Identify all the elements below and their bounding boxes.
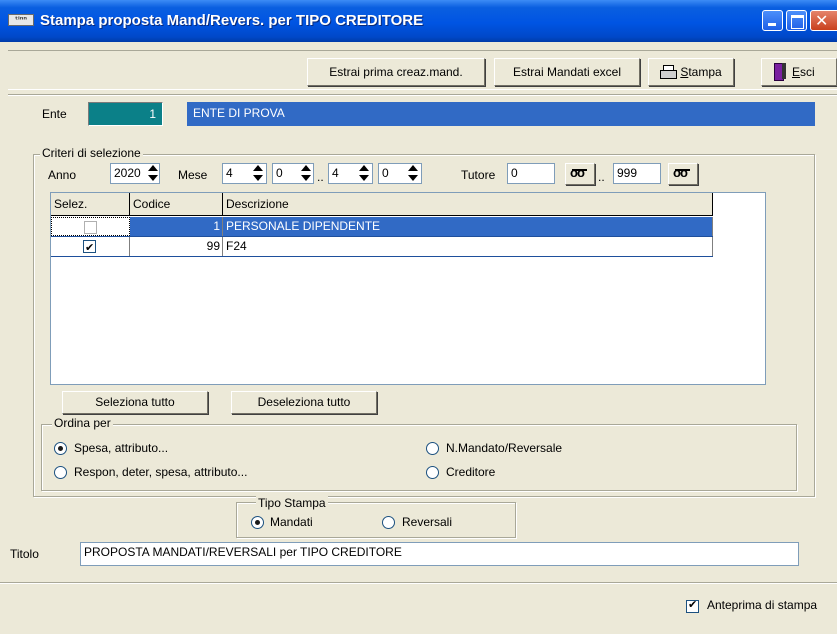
day-to-value: 0 [382, 166, 389, 180]
descrizione-cell: PERSONALE DIPENDENTE [223, 217, 713, 236]
anno-label: Anno [48, 168, 77, 182]
row-checkbox[interactable] [84, 221, 97, 234]
ordina-label-creditore[interactable]: Creditore [446, 465, 495, 479]
ente-label: Ente [42, 107, 67, 121]
day-from-value: 0 [276, 166, 283, 180]
tipo-label-mandati[interactable]: Mandati [270, 515, 313, 529]
selez-cell[interactable] [51, 237, 130, 256]
estrai-excel-button[interactable]: Estrai Mandati excel [494, 58, 640, 86]
seleziona-tutto-button[interactable]: Seleziona tutto [62, 391, 208, 414]
mese-to-spinner[interactable] [356, 163, 371, 184]
mese-label: Mese [178, 168, 208, 182]
exit-door-icon [772, 63, 788, 81]
column-header-descrizione[interactable]: Descrizione [223, 193, 713, 216]
range-separator: .. [317, 170, 324, 184]
ente-name-field: ENTE DI PROVA [187, 102, 815, 126]
tipo-stampa-title: Tipo Stampa [256, 496, 328, 510]
anteprima-checkbox[interactable] [686, 598, 699, 613]
tutore-to-input[interactable]: 999 [613, 163, 661, 184]
tutore-to-binoculars-icon[interactable] [668, 163, 698, 185]
separator [0, 582, 837, 584]
stampa-button[interactable]: Stampa [648, 58, 734, 86]
ordina-label-spesa[interactable]: Spesa, attributo... [74, 441, 168, 455]
day-to-spinner[interactable] [405, 163, 420, 184]
ordina-radio-respon[interactable] [54, 466, 67, 479]
anno-spinner[interactable] [145, 163, 160, 184]
mese-from-spinner[interactable] [250, 163, 265, 184]
descrizione-cell: F24 [223, 237, 713, 256]
table-row[interactable]: 1 PERSONALE DIPENDENTE [51, 217, 713, 237]
estrai-excel-label: Estrai Mandati excel [512, 65, 622, 79]
esci-button[interactable]: Esci [761, 58, 837, 86]
close-button[interactable] [810, 10, 837, 31]
printer-icon [660, 65, 678, 79]
table-row[interactable]: 99 F24 [51, 237, 713, 257]
tutore-range-separator: .. [598, 170, 605, 184]
day-from-spinner[interactable] [298, 163, 313, 184]
tutore-from-input[interactable]: 0 [507, 163, 555, 184]
grid-header: Selez. Codice Descrizione [51, 193, 713, 216]
main-window: ᵗⁱⁿⁿ Stampa proposta Mand/Revers. per TI… [0, 0, 837, 634]
estrai-prima-button[interactable]: Estrai prima creaz.mand. [307, 58, 485, 86]
tipo-radio-reversali[interactable] [382, 516, 395, 529]
tipo-radio-mandati[interactable] [251, 516, 264, 529]
minimize-button[interactable] [762, 10, 783, 31]
ordina-label-respon[interactable]: Respon, deter, spesa, attributo... [74, 465, 247, 479]
stampa-label: Stampa [680, 65, 722, 79]
separator [8, 94, 837, 96]
ordina-radio-mandato[interactable] [426, 442, 439, 455]
criteri-title: Criteri di selezione [40, 146, 143, 160]
maximize-button[interactable] [786, 10, 807, 31]
titolo-label: Titolo [10, 547, 39, 561]
column-header-selez[interactable]: Selez. [51, 193, 130, 216]
column-header-codice[interactable]: Codice [130, 193, 223, 216]
deseleziona-tutto-button[interactable]: Deseleziona tutto [231, 391, 377, 414]
esci-label: Esci [792, 65, 815, 79]
title-bar[interactable]: ᵗⁱⁿⁿ Stampa proposta Mand/Revers. per TI… [0, 0, 837, 42]
app-icon: ᵗⁱⁿⁿ [8, 14, 34, 26]
ordina-radio-creditore[interactable] [426, 466, 439, 479]
creditori-grid[interactable]: Selez. Codice Descrizione 1 PERSONALE DI… [50, 192, 766, 385]
ordina-title: Ordina per [52, 416, 113, 430]
titolo-input[interactable]: PROPOSTA MANDATI/REVERSALI per TIPO CRED… [80, 542, 799, 566]
codice-cell: 1 [130, 217, 223, 236]
codice-cell: 99 [130, 237, 223, 256]
ordina-radio-spesa[interactable] [54, 442, 67, 455]
estrai-prima-label: Estrai prima creaz.mand. [329, 65, 463, 79]
anteprima-label[interactable]: Anteprima di stampa [707, 598, 817, 612]
tutore-from-binoculars-icon[interactable] [565, 163, 595, 185]
mese-to-value: 4 [332, 166, 339, 180]
ordina-group [41, 424, 797, 491]
ente-code-field[interactable]: 1 [88, 102, 163, 126]
window-title: Stampa proposta Mand/Revers. per TIPO CR… [40, 12, 424, 29]
row-checkbox[interactable] [83, 238, 96, 256]
anno-value: 2020 [114, 166, 141, 180]
tutore-to-value: 999 [617, 166, 638, 180]
selez-cell[interactable] [51, 217, 130, 236]
tutore-label: Tutore [461, 168, 496, 182]
titolo-value: PROPOSTA MANDATI/REVERSALI per TIPO CRED… [84, 545, 402, 559]
mese-from-value: 4 [226, 166, 233, 180]
ordina-label-mandato[interactable]: N.Mandato/Reversale [446, 441, 562, 455]
tipo-label-reversali[interactable]: Reversali [402, 515, 452, 529]
tutore-from-value: 0 [511, 166, 518, 180]
